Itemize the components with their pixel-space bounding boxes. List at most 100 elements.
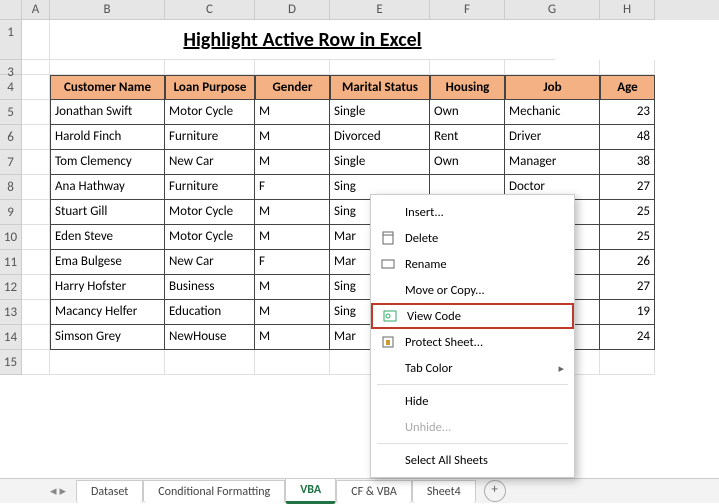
th-job[interactable]: Job [505, 75, 600, 100]
cell-purpose[interactable]: Motor Cycle [165, 100, 255, 125]
cell-customer[interactable]: Eden Steve [50, 225, 165, 250]
ctx-tab-color[interactable]: Tab Color ▸ [371, 355, 574, 381]
ctx-rename[interactable]: Rename [371, 251, 574, 277]
th-purpose[interactable]: Loan Purpose [165, 75, 255, 100]
cell-customer[interactable]: Stuart Gill [50, 200, 165, 225]
cell-gender[interactable]: M [255, 125, 330, 150]
cell-customer[interactable]: Ana Hathway [50, 175, 165, 200]
th-customer[interactable]: Customer Name [50, 75, 165, 100]
col-header-h[interactable]: H [600, 0, 655, 20]
cell-customer[interactable]: Jonathan Swift [50, 100, 165, 125]
tab-vba[interactable]: VBA [285, 478, 336, 504]
cell-housing[interactable]: Rent [430, 125, 505, 150]
ctx-insert[interactable]: Insert... [371, 199, 574, 225]
cell-age[interactable]: 19 [600, 300, 655, 325]
rename-icon [377, 255, 399, 273]
col-header-e[interactable]: E [330, 0, 430, 20]
cell-purpose[interactable]: Business [165, 275, 255, 300]
cell-customer[interactable]: Ema Bulgese [50, 250, 165, 275]
cell-purpose[interactable]: Motor Cycle [165, 225, 255, 250]
cell-age[interactable]: 38 [600, 150, 655, 175]
tab-sheet4[interactable]: Sheet4 [412, 480, 476, 503]
cell-gender[interactable]: M [255, 275, 330, 300]
tab-dataset[interactable]: Dataset [76, 480, 143, 503]
tab-cf-vba[interactable]: CF & VBA [336, 480, 412, 503]
cell-gender[interactable]: M [255, 225, 330, 250]
ctx-select-all[interactable]: Select All Sheets [371, 447, 574, 473]
row-header-9[interactable]: 9 [0, 200, 22, 225]
cell-age[interactable]: 48 [600, 125, 655, 150]
cell-job[interactable]: Driver [505, 125, 600, 150]
cell-purpose[interactable]: Furniture [165, 125, 255, 150]
cell-customer[interactable]: Tom Clemency [50, 150, 165, 175]
cell-customer[interactable]: Harold Finch [50, 125, 165, 150]
th-marital[interactable]: Marital Status [330, 75, 430, 100]
row-header-13[interactable]: 13 [0, 300, 22, 325]
cell-customer[interactable]: Simson Grey [50, 325, 165, 350]
cell-purpose[interactable]: New Car [165, 150, 255, 175]
cell-age[interactable]: 24 [600, 325, 655, 350]
cell-job[interactable]: Manager [505, 150, 600, 175]
tab-conditional-formatting[interactable]: Conditional Formatting [143, 480, 285, 503]
col-header-d[interactable]: D [255, 0, 330, 20]
cell-age[interactable]: 26 [600, 250, 655, 275]
ctx-hide[interactable]: Hide [371, 388, 574, 414]
cell-gender[interactable]: M [255, 325, 330, 350]
cell-gender[interactable]: M [255, 150, 330, 175]
row-header-14[interactable]: 14 [0, 325, 22, 350]
cell-marital[interactable]: Single [330, 100, 430, 125]
ctx-view-code[interactable]: View Code [371, 303, 574, 329]
cell-age[interactable]: 23 [600, 100, 655, 125]
row-header-10[interactable]: 10 [0, 225, 22, 250]
select-all-corner[interactable] [0, 0, 22, 20]
title-cell[interactable]: Highlight Active Row in Excel [50, 20, 555, 60]
cell-customer[interactable]: Macancy Helfer [50, 300, 165, 325]
col-header-f[interactable]: F [430, 0, 505, 20]
cell-age[interactable]: 27 [600, 175, 655, 200]
row-header-7[interactable]: 7 [0, 150, 22, 175]
th-housing[interactable]: Housing [430, 75, 505, 100]
row-header-4[interactable]: 4 [0, 75, 22, 100]
row-header-5[interactable]: 5 [0, 100, 22, 125]
cell-age[interactable]: 27 [600, 275, 655, 300]
tab-nav-arrows[interactable]: ◂ ▸ [40, 484, 76, 499]
th-age[interactable]: Age [600, 75, 655, 100]
row-header-1[interactable]: 1 [0, 20, 22, 60]
row-header-8[interactable]: 8 [0, 175, 22, 200]
cell-purpose[interactable]: New Car [165, 250, 255, 275]
cell-purpose[interactable]: Furniture [165, 175, 255, 200]
spreadsheet-area: A B C D E F G H 1 3 4 5 6 7 8 9 10 11 12 [0, 0, 719, 478]
th-gender[interactable]: Gender [255, 75, 330, 100]
cell-marital[interactable]: Divorced [330, 125, 430, 150]
cell-gender[interactable]: F [255, 175, 330, 200]
cell-age[interactable]: 25 [600, 200, 655, 225]
col-header-a[interactable]: A [22, 0, 50, 20]
cell-purpose[interactable]: Motor Cycle [165, 200, 255, 225]
row-header-11[interactable]: 11 [0, 250, 22, 275]
cell-gender[interactable]: M [255, 300, 330, 325]
cell-purpose[interactable]: NewHouse [165, 325, 255, 350]
row-header-6[interactable]: 6 [0, 125, 22, 150]
color-icon [377, 359, 399, 377]
cell-housing[interactable]: Own [430, 150, 505, 175]
ctx-protect[interactable]: Protect Sheet... [371, 329, 574, 355]
ctx-move-copy[interactable]: Move or Copy... [371, 277, 574, 303]
cell-marital[interactable]: Single [330, 150, 430, 175]
row-header-3[interactable]: 3 [0, 60, 22, 75]
cell-housing[interactable]: Own [430, 100, 505, 125]
cell-gender[interactable]: M [255, 100, 330, 125]
row-header-15[interactable]: 15 [0, 350, 22, 375]
cell-customer[interactable]: Harry Hofster [50, 275, 165, 300]
cell-age[interactable]: 25 [600, 225, 655, 250]
col-header-b[interactable]: B [50, 0, 165, 20]
cell[interactable] [22, 20, 50, 60]
cell-purpose[interactable]: Education [165, 300, 255, 325]
col-header-g[interactable]: G [505, 0, 600, 20]
cell-gender[interactable]: M [255, 200, 330, 225]
col-header-c[interactable]: C [165, 0, 255, 20]
add-sheet-button[interactable]: + [484, 480, 506, 502]
cell-job[interactable]: Mechanic [505, 100, 600, 125]
ctx-delete[interactable]: Delete [371, 225, 574, 251]
row-header-12[interactable]: 12 [0, 275, 22, 300]
cell-gender[interactable]: F [255, 250, 330, 275]
